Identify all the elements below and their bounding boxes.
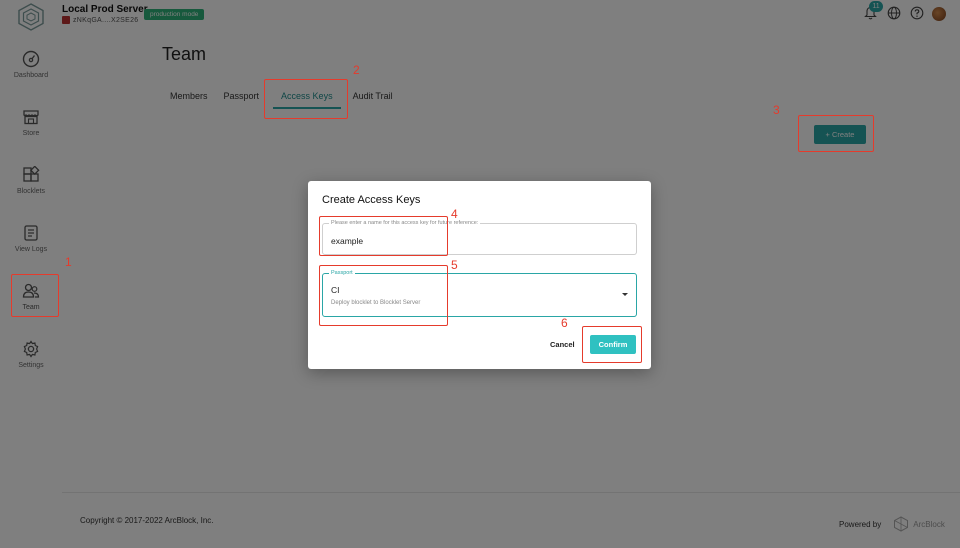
annotation-box-6: [582, 326, 642, 363]
dropdown-arrow-icon[interactable]: [622, 293, 628, 296]
annotation-box-1: [11, 274, 59, 317]
annotation-number-2: 2: [353, 63, 360, 77]
annotation-number-1: 1: [65, 255, 72, 269]
annotation-box-2: [264, 79, 348, 119]
annotation-number-6: 6: [561, 316, 568, 330]
annotation-number-5: 5: [451, 258, 458, 272]
annotation-box-4: [319, 216, 448, 256]
annotation-box-3: [798, 115, 874, 152]
annotation-number-3: 3: [773, 103, 780, 117]
dialog-title: Create Access Keys: [322, 194, 421, 206]
annotation-box-5: [319, 265, 448, 326]
cancel-button[interactable]: Cancel: [550, 340, 575, 349]
annotation-number-4: 4: [451, 207, 458, 221]
